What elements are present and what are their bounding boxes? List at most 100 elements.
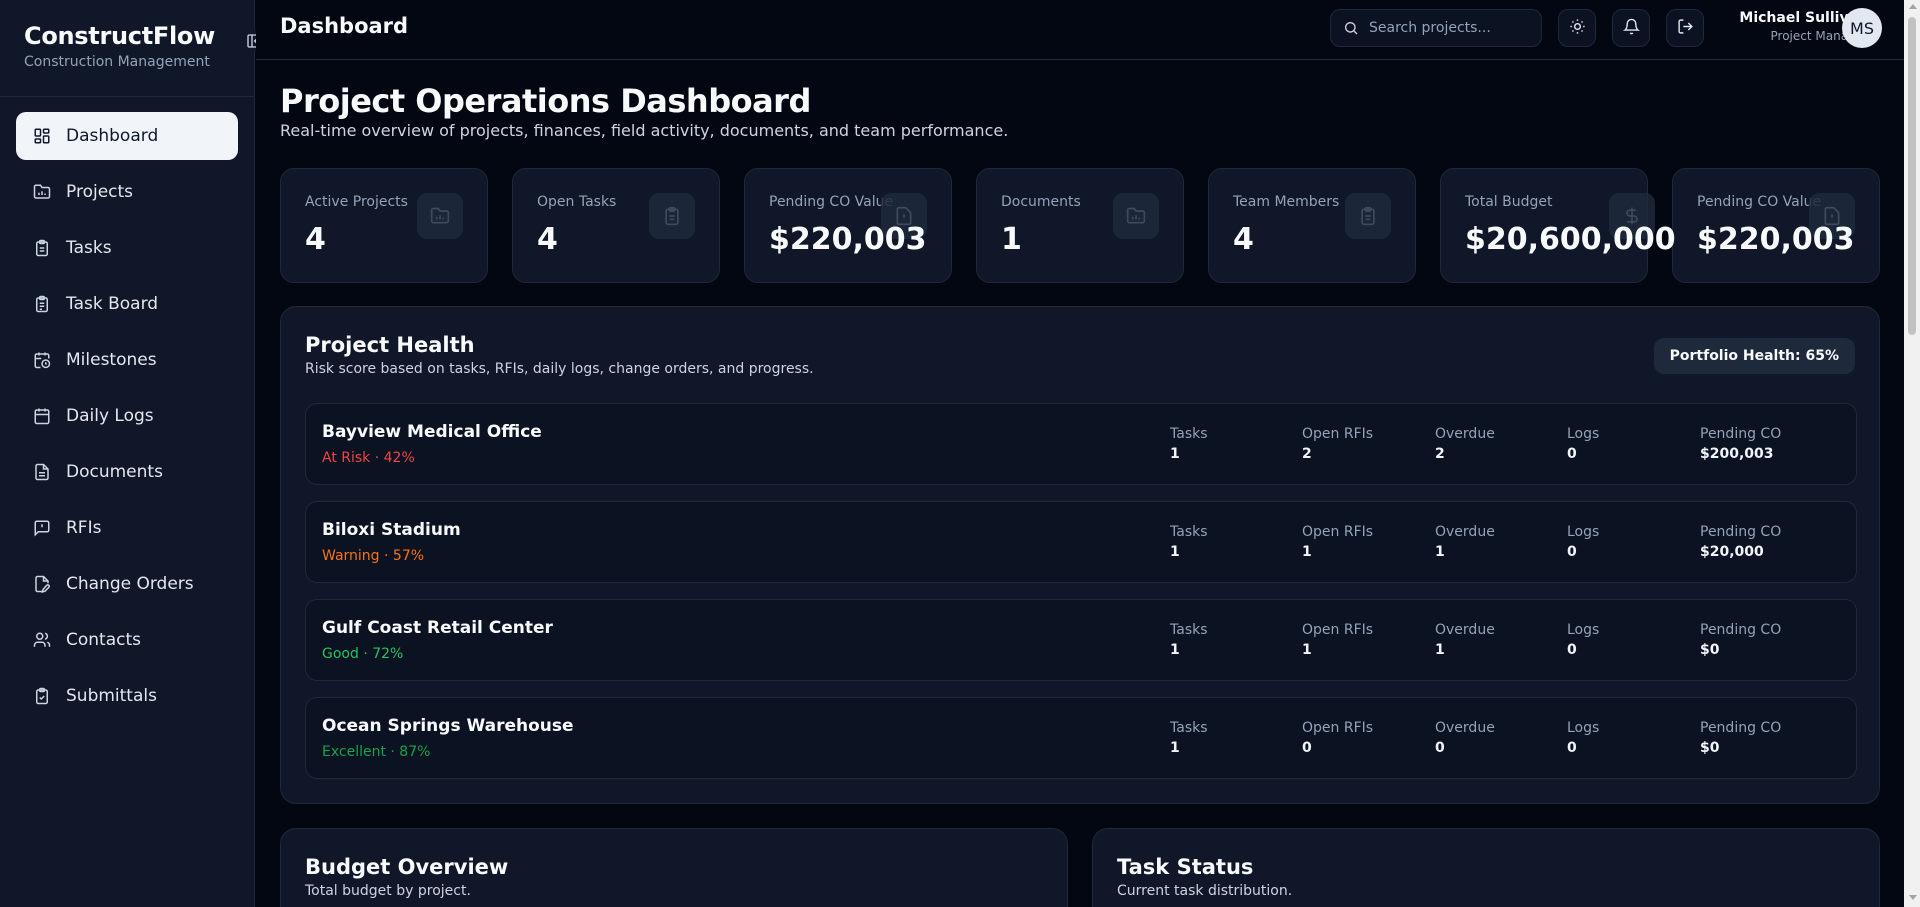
- sidebar-item-projects[interactable]: Projects: [16, 168, 238, 216]
- logout-button[interactable]: [1666, 9, 1704, 47]
- sidebar-item-label: Task Board: [66, 294, 159, 314]
- sidebar-item-daily-logs[interactable]: Daily Logs: [16, 392, 238, 440]
- metric-logs: Logs 0: [1567, 426, 1599, 462]
- stat-value: $220,003: [769, 222, 927, 257]
- metric-label: Tasks: [1170, 720, 1208, 736]
- document-icon: [32, 462, 52, 482]
- metric-value: 1: [1435, 544, 1445, 560]
- metric-label: Overdue: [1435, 622, 1495, 638]
- project-name: Ocean Springs Warehouse: [322, 716, 574, 736]
- project-status: At Risk · 42%: [322, 450, 415, 466]
- metric-pending-co: Pending CO $200,003: [1700, 426, 1781, 462]
- section-title: Project Health: [305, 333, 475, 357]
- sidebar-item-label: Dashboard: [66, 126, 159, 146]
- metric-tasks: Tasks 1: [1170, 426, 1208, 462]
- stat-value: 4: [305, 222, 326, 257]
- metric-value: 2: [1302, 446, 1312, 462]
- metric-value: 0: [1567, 642, 1577, 658]
- sidebar-item-tasks[interactable]: Tasks: [16, 224, 238, 272]
- metric-label: Open RFIs: [1302, 622, 1374, 638]
- calendar-icon: [32, 406, 52, 426]
- theme-toggle-button[interactable]: [1558, 9, 1596, 47]
- avatar[interactable]: MS: [1842, 8, 1882, 48]
- section-subtitle: Current task distribution.: [1117, 883, 1293, 899]
- scroll-down-arrow-icon[interactable]: [1909, 895, 1917, 900]
- project-row[interactable]: Biloxi Stadium Warning · 57% Tasks 1 Open…: [305, 501, 1857, 583]
- metric-label: Logs: [1567, 524, 1600, 540]
- metric-tasks: Tasks 1: [1170, 622, 1208, 658]
- sidebar-item-submittals[interactable]: Submittals: [16, 672, 238, 720]
- message-alert-icon: [32, 518, 52, 538]
- app-subtitle: Construction Management: [24, 54, 210, 70]
- notifications-button[interactable]: [1612, 9, 1650, 47]
- project-status: Good · 72%: [322, 646, 404, 662]
- header-title: Dashboard: [280, 14, 409, 38]
- sidebar-item-label: Milestones: [66, 350, 157, 370]
- project-status: Excellent · 87%: [322, 744, 431, 760]
- section-title: Budget Overview: [305, 855, 509, 879]
- page-title: Project Operations Dashboard: [280, 82, 811, 120]
- page-subtitle: Real-time overview of projects, finances…: [280, 121, 1009, 140]
- metric-pending-co: Pending CO $0: [1700, 622, 1781, 658]
- metric-open-rfis: Open RFIs 1: [1302, 622, 1373, 658]
- project-row[interactable]: Ocean Springs Warehouse Excellent · 87% …: [305, 697, 1857, 779]
- sidebar-item-contacts[interactable]: Contacts: [16, 616, 238, 664]
- sidebar-item-rfis[interactable]: RFIs: [16, 504, 238, 552]
- page-scrollbar[interactable]: [1904, 0, 1920, 907]
- calendar-clock-icon: [32, 350, 52, 370]
- metric-label: Overdue: [1435, 720, 1495, 736]
- stat-value: $20,600,000: [1465, 222, 1676, 257]
- metric-value: 0: [1567, 544, 1577, 560]
- users-icon: [32, 630, 52, 650]
- section-subtitle: Risk score based on tasks, RFIs, daily l…: [305, 361, 814, 377]
- sidebar: ConstructFlow Construction Management Da…: [0, 0, 264, 907]
- metric-label: Overdue: [1435, 524, 1495, 540]
- metric-label: Pending CO: [1700, 524, 1782, 540]
- metric-overdue: Overdue 2: [1435, 426, 1495, 462]
- search-icon: [1343, 19, 1361, 37]
- stat-card-documents: Documents 1: [976, 168, 1184, 283]
- project-name: Gulf Coast Retail Center: [322, 618, 553, 638]
- sidebar-item-documents[interactable]: Documents: [16, 448, 238, 496]
- scroll-up-arrow-icon[interactable]: [1909, 4, 1917, 9]
- project-row[interactable]: Bayview Medical Office At Risk · 42% Tas…: [305, 403, 1857, 485]
- metric-value: $0: [1700, 642, 1720, 658]
- metric-value: 0: [1567, 446, 1577, 462]
- sidebar-item-dashboard[interactable]: Dashboard: [16, 112, 238, 160]
- clipboard-icon: [32, 238, 52, 258]
- task-status-card: Task Status Current task distribution.: [1092, 828, 1880, 907]
- metric-value: 0: [1567, 740, 1577, 756]
- metric-label: Pending CO: [1700, 426, 1782, 442]
- metric-label: Tasks: [1170, 622, 1208, 638]
- metric-overdue: Overdue 1: [1435, 622, 1495, 658]
- sidebar-item-label: Submittals: [66, 686, 157, 706]
- metric-label: Tasks: [1170, 426, 1208, 442]
- sidebar-item-task-board[interactable]: Task Board: [16, 280, 238, 328]
- metric-tasks: Tasks 1: [1170, 524, 1208, 560]
- metric-label: Open RFIs: [1302, 426, 1374, 442]
- scroll-thumb[interactable]: [1908, 17, 1916, 335]
- metric-label: Overdue: [1435, 426, 1495, 442]
- metric-logs: Logs 0: [1567, 622, 1599, 658]
- sidebar-item-label: Tasks: [66, 238, 112, 258]
- sidebar-item-label: RFIs: [66, 518, 102, 538]
- main-content: Project Operations Dashboard Real-time o…: [256, 61, 1904, 907]
- search-input[interactable]: Search projects...: [1330, 9, 1542, 47]
- metric-label: Pending CO: [1700, 622, 1782, 638]
- project-health-panel: Project Health Risk score based on tasks…: [280, 306, 1880, 804]
- project-row[interactable]: Gulf Coast Retail Center Good · 72% Task…: [305, 599, 1857, 681]
- sidebar-item-label: Documents: [66, 462, 163, 482]
- metric-value: $0: [1700, 740, 1720, 756]
- sun-icon: [1569, 18, 1586, 39]
- sidebar-item-change-orders[interactable]: Change Orders: [16, 560, 238, 608]
- stat-value: 4: [537, 222, 558, 257]
- logout-icon: [1677, 18, 1694, 39]
- stat-card-team-members: Team Members 4: [1208, 168, 1416, 283]
- sidebar-item-milestones[interactable]: Milestones: [16, 336, 238, 384]
- metric-value: 0: [1435, 740, 1445, 756]
- metric-value: 0: [1302, 740, 1312, 756]
- bell-icon: [1622, 18, 1640, 39]
- sidebar-item-label: Change Orders: [66, 574, 194, 594]
- topbar: Dashboard Search projects... Michael Sul…: [256, 0, 1904, 60]
- clipboard-list-icon: [32, 294, 52, 314]
